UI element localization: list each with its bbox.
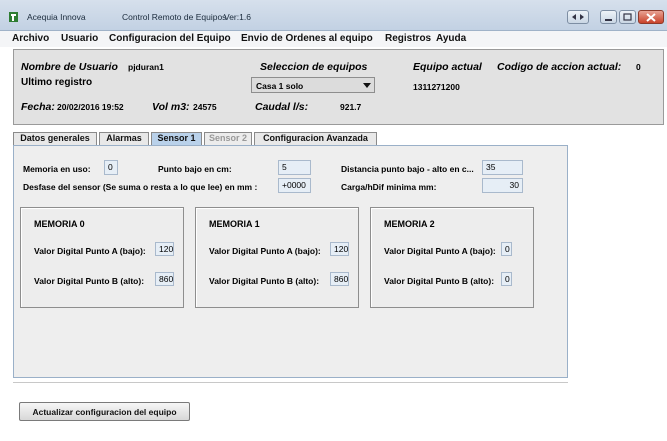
- update-config-button[interactable]: Actualizar configuracion del equipo: [19, 402, 190, 421]
- menu-usuario[interactable]: Usuario: [61, 33, 98, 44]
- equipment-select-value: Casa 1 solo: [256, 81, 304, 91]
- memoria-1-a-field[interactable]: 120: [330, 242, 349, 256]
- maximize-icon: [623, 13, 632, 21]
- memoria-2-a-label: Valor Digital Punto A (bajo):: [384, 246, 496, 256]
- menu-bar: Archivo Usuario Configuracion del Equipo…: [0, 31, 667, 47]
- desfase-label: Desfase del sensor (Se suma o resta a lo…: [23, 182, 258, 192]
- memoria-0-title: MEMORIA 0: [34, 219, 85, 229]
- carga-field[interactable]: 30: [482, 178, 523, 193]
- divider: [13, 382, 568, 383]
- tab-datos-generales[interactable]: Datos generales: [13, 132, 97, 145]
- desfase-field[interactable]: +0000: [278, 178, 311, 193]
- distancia-field[interactable]: 35: [482, 160, 523, 175]
- equipo-value: 1311271200: [413, 82, 460, 92]
- codigo-label: Codigo de accion actual:: [497, 61, 622, 73]
- memoria-0-b-label: Valor Digital Punto B (alto):: [34, 276, 145, 286]
- menu-ayuda[interactable]: Ayuda: [436, 33, 466, 44]
- fecha-value: 20/02/2016 19:52: [57, 102, 124, 112]
- restore-left-button[interactable]: [567, 10, 589, 24]
- menu-archivo[interactable]: Archivo: [12, 33, 49, 44]
- memoria-field[interactable]: 0: [104, 160, 118, 175]
- memoria-0-a-field[interactable]: 120: [155, 242, 174, 256]
- memoria-1-panel: MEMORIA 1 Valor Digital Punto A (bajo): …: [195, 207, 359, 308]
- menu-envio-ordenes[interactable]: Envio de Ordenes al equipo: [241, 33, 373, 44]
- tab-sensor-1[interactable]: Sensor 1: [151, 132, 202, 145]
- close-icon: [646, 13, 656, 22]
- memoria-2-b-field[interactable]: 0: [501, 272, 512, 286]
- minimize-button[interactable]: [600, 10, 617, 24]
- maximize-button[interactable]: [619, 10, 636, 24]
- memoria-1-b-label: Valor Digital Punto B (alto):: [209, 276, 320, 286]
- memoria-0-a-label: Valor Digital Punto A (bajo):: [34, 246, 146, 256]
- memoria-1-title: MEMORIA 1: [209, 219, 260, 229]
- user-label: Nombre de Usuario: [21, 61, 118, 73]
- caudal-label: Caudal l/s:: [255, 101, 309, 113]
- memoria-2-b-label: Valor Digital Punto B (alto):: [384, 276, 495, 286]
- menu-configuracion[interactable]: Configuracion del Equipo: [109, 33, 231, 44]
- chevron-down-icon: [363, 83, 371, 88]
- memoria-2-panel: MEMORIA 2 Valor Digital Punto A (bajo): …: [370, 207, 534, 308]
- tab-sensor-2: Sensor 2: [204, 132, 252, 145]
- punto-bajo-field[interactable]: 5: [278, 160, 311, 175]
- codigo-value: 0: [636, 62, 641, 72]
- close-button[interactable]: [638, 10, 664, 24]
- app-name: Acequia Innova: [27, 12, 86, 22]
- memoria-1-b-field[interactable]: 860: [330, 272, 349, 286]
- memoria-label: Memoria en uso:: [23, 164, 91, 174]
- distancia-label: Distancia punto bajo - alto en c...: [341, 164, 474, 174]
- carga-label: Carga/hDif minima mm:: [341, 182, 437, 192]
- memoria-1-a-label: Valor Digital Punto A (bajo):: [209, 246, 321, 256]
- user-value: pjduran1: [128, 62, 164, 72]
- title-bar: Acequia Innova Control Remoto de Equipos…: [0, 0, 667, 31]
- app-version: Ver:1.6: [224, 12, 251, 22]
- memoria-0-panel: MEMORIA 0 Valor Digital Punto A (bajo): …: [20, 207, 184, 308]
- vol-value: 24575: [193, 102, 217, 112]
- selection-label: Seleccion de equipos: [260, 61, 368, 73]
- minimize-icon: [605, 19, 612, 21]
- app-icon: [9, 12, 18, 22]
- fecha-label: Fecha:: [21, 101, 55, 113]
- window-title: Control Remoto de Equipos: [122, 12, 227, 22]
- memoria-0-b-field[interactable]: 860: [155, 272, 174, 286]
- vol-label: Vol m3:: [152, 101, 190, 113]
- tab-alarmas[interactable]: Alarmas: [99, 132, 149, 145]
- equipment-select[interactable]: Casa 1 solo: [251, 77, 375, 93]
- tab-configuracion-avanzada[interactable]: Configuracion Avanzada: [254, 132, 377, 145]
- memoria-2-a-field[interactable]: 0: [501, 242, 512, 256]
- punto-bajo-label: Punto bajo en cm:: [158, 164, 232, 174]
- memoria-2-title: MEMORIA 2: [384, 219, 435, 229]
- last-record-label: Ultimo registro: [21, 77, 93, 88]
- equipo-label: Equipo actual: [413, 61, 482, 73]
- caudal-value: 921.7: [340, 102, 362, 112]
- arrows-icon: [572, 14, 584, 20]
- menu-registros[interactable]: Registros: [385, 33, 431, 44]
